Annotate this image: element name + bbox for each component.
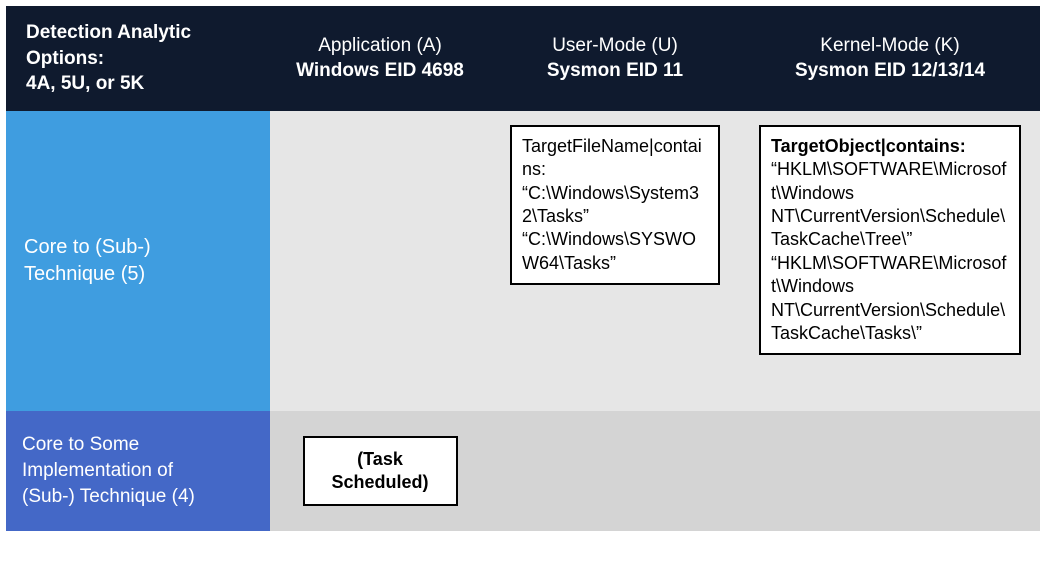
box-app-task-scheduled: (Task Scheduled) xyxy=(303,436,458,507)
box-usermode-targetfilename: TargetFileName|contains: “C:\Windows\Sys… xyxy=(510,125,720,285)
header-col-user-top: User-Mode (U) xyxy=(552,33,678,59)
cell-r4-kernelmode xyxy=(740,411,1040,531)
box-kernelmode-targetobject: TargetObject|contains: “HKLM\SOFTWARE\Mi… xyxy=(759,125,1021,356)
row5-label-line2: Technique (5) xyxy=(24,261,252,288)
row4-label-line2: Implementation of xyxy=(22,458,254,484)
cell-r5-usermode: TargetFileName|contains: “C:\Windows\Sys… xyxy=(490,111,740,411)
header-col-kernelmode: Kernel-Mode (K) Sysmon EID 12/13/14 xyxy=(740,6,1040,111)
box-kernel-rest: “HKLM\SOFTWARE\Microsoft\Windows NT\Curr… xyxy=(771,159,1006,343)
header-col-user-bold: Sysmon EID 11 xyxy=(547,58,683,84)
row5-label-line1: Core to (Sub-) xyxy=(24,234,252,261)
row4-label-line1: Core to Some xyxy=(22,432,254,458)
header-col-app-bold: Windows EID 4698 xyxy=(296,58,464,84)
cell-r5-application xyxy=(270,111,490,411)
row-label-core-some-4: Core to Some Implementation of (Sub-) Te… xyxy=(6,411,270,531)
header-options-title: Detection Analytic Options: xyxy=(26,20,254,71)
row-label-core-technique-5: Core to (Sub-) Technique (5) xyxy=(6,111,270,411)
header-options: Detection Analytic Options: 4A, 5U, or 5… xyxy=(6,6,270,111)
row4-label-line3: (Sub-) Technique (4) xyxy=(22,484,254,510)
box-kernel-bold: TargetObject|contains: xyxy=(771,136,966,156)
header-col-application: Application (A) Windows EID 4698 xyxy=(270,6,490,111)
cell-r4-usermode xyxy=(490,411,740,531)
detection-analytic-table: Detection Analytic Options: 4A, 5U, or 5… xyxy=(6,6,1040,531)
header-col-usermode: User-Mode (U) Sysmon EID 11 xyxy=(490,6,740,111)
header-col-kernel-top: Kernel-Mode (K) xyxy=(820,33,959,59)
header-col-kernel-bold: Sysmon EID 12/13/14 xyxy=(795,58,985,84)
cell-r5-kernelmode: TargetObject|contains: “HKLM\SOFTWARE\Mi… xyxy=(740,111,1040,411)
cell-r4-application: (Task Scheduled) xyxy=(270,411,490,531)
header-options-values: 4A, 5U, or 5K xyxy=(26,71,144,97)
header-col-app-top: Application (A) xyxy=(318,33,442,59)
